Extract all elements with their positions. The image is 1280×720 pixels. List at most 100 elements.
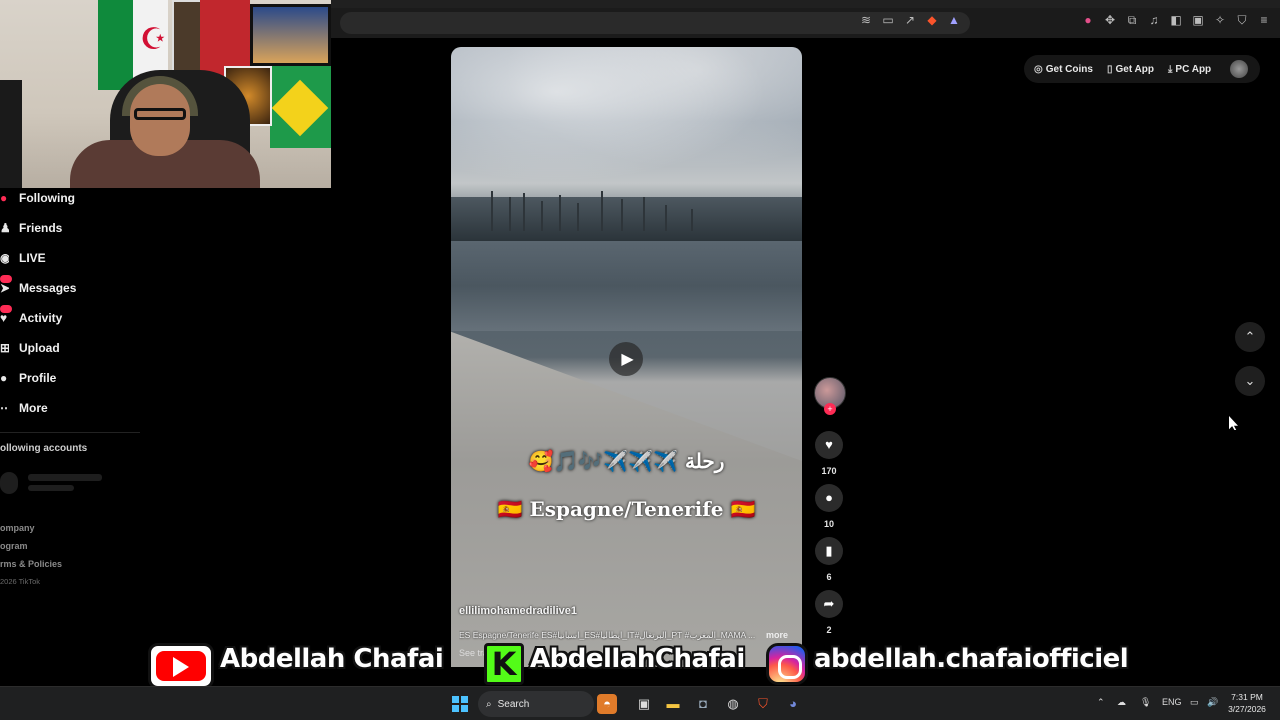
brave-rewards-icon[interactable]: ▲ [946, 12, 962, 28]
share-count: 2 [826, 625, 832, 635]
pc-case [0, 80, 22, 188]
sidebar-item-label: Activity [19, 311, 63, 325]
save-count: 6 [826, 572, 832, 582]
following-accounts-title: ollowing accounts [0, 443, 88, 454]
boat-mast [621, 199, 623, 231]
top-actions-bar: ◎ Get Coins ▯ Get App ⤓ PC App [1024, 55, 1260, 83]
discord-icon[interactable]: ◕ [783, 694, 803, 714]
user-avatar[interactable] [1230, 60, 1248, 78]
play-button[interactable]: ▶ [609, 342, 643, 376]
comment-button[interactable]: ● [815, 484, 843, 512]
sidebar-item-messages[interactable]: ➤ Messages [0, 275, 77, 298]
boat-mast [691, 209, 693, 231]
network-icon[interactable]: ▭ [1190, 697, 1199, 708]
task-view-icon[interactable]: ▣ [634, 694, 654, 714]
notification-badge [0, 305, 12, 313]
wall-poster [172, 0, 202, 72]
microphone-icon[interactable]: 🎙 [1140, 697, 1151, 708]
sidebar-divider [0, 432, 140, 433]
instagram-handle: abdellah.chafaiofficiel [814, 644, 1129, 674]
skeleton-avatar [0, 472, 18, 494]
mouse-cursor-icon [1229, 416, 1238, 430]
like-button[interactable]: ♥ [815, 431, 843, 459]
screenshot-icon[interactable]: ⧉ [1124, 12, 1140, 28]
sidebar-item-activity[interactable]: ♥ Activity [0, 305, 63, 328]
glasses [134, 108, 186, 120]
file-explorer-icon[interactable]: ▬ [663, 694, 683, 714]
footer-link-terms[interactable]: rms & Policies [0, 559, 62, 569]
puzzle-icon[interactable]: ✥ [1102, 12, 1118, 28]
sidebar-item-live[interactable]: ◉ LIVE [0, 248, 46, 268]
camera-app-icon[interactable]: ◘ [693, 694, 713, 714]
footer-link-program[interactable]: ogram [0, 541, 28, 551]
clock-time: 7:31 PM [1231, 692, 1263, 702]
messages-icon: ➤ [0, 281, 9, 295]
menu-icon[interactable]: ≡ [1256, 12, 1272, 28]
get-app-button[interactable]: ▯ Get App [1107, 64, 1154, 75]
youtube-handle: Abdellah Chafai [220, 644, 444, 674]
kick-logo-icon: K [484, 643, 524, 685]
taskbar-search[interactable]: ⌕ Search [478, 691, 594, 717]
translate-icon[interactable]: ≋ [858, 12, 874, 28]
sidebar-item-label: Messages [19, 281, 77, 295]
vpn-icon[interactable]: ⛉ [1234, 12, 1250, 28]
tray-overflow-icon[interactable]: ⌃ [1097, 697, 1105, 708]
brave-browser-icon[interactable]: ⛉ [753, 694, 773, 714]
upload-icon: ⊞ [0, 341, 9, 355]
obs-icon[interactable]: ◍ [723, 694, 743, 714]
save-button[interactable]: ▮ [815, 537, 843, 565]
sidebar-item-profile[interactable]: ● Profile [0, 368, 56, 388]
sidebar-item-label: Following [19, 191, 75, 205]
footer-link-company[interactable]: ompany [0, 523, 35, 533]
share-button[interactable]: ➦ [815, 590, 843, 618]
boat-mast [643, 197, 645, 231]
sidebar-item-label: LIVE [19, 251, 46, 265]
previous-video-button[interactable]: ⌃ [1235, 322, 1265, 352]
boat-mast [523, 193, 525, 231]
sidebar-item-label: More [19, 401, 48, 415]
pc-app-button[interactable]: ⤓ PC App [1168, 64, 1211, 75]
cast-icon[interactable]: ▭ [880, 12, 896, 28]
cloud-icon[interactable]: ☁ [1117, 697, 1126, 708]
live-icon: ◉ [0, 251, 9, 265]
comment-count: 10 [823, 519, 834, 529]
music-icon[interactable]: ♫ [1146, 12, 1162, 28]
boat-mast [577, 203, 579, 231]
search-label: Search [497, 698, 530, 710]
language-indicator[interactable]: ENG [1162, 697, 1182, 707]
boat-mast [509, 197, 511, 231]
taskbar-clock[interactable]: 7:31 PM 3/27/2026 [1222, 691, 1272, 715]
follow-plus-icon[interactable]: + [824, 403, 836, 415]
extension-badge-icon[interactable]: ● [1080, 12, 1096, 28]
sidebar-item-friends[interactable]: ♟ Friends [0, 218, 62, 238]
wallet-icon[interactable]: ▣ [1190, 12, 1206, 28]
windows-start-icon[interactable] [452, 696, 468, 712]
more-link[interactable]: more [766, 630, 788, 640]
sidebar-item-following[interactable]: ● Following [0, 188, 75, 208]
instagram-logo-icon [766, 643, 808, 685]
download-icon: ⤓ [1168, 63, 1173, 75]
boat-mast [665, 205, 667, 231]
next-video-button[interactable]: ⌄ [1235, 366, 1265, 396]
boat-mast [491, 191, 493, 231]
video-harbor [451, 191, 802, 241]
share-icon[interactable]: ↗ [902, 12, 918, 28]
video-player[interactable]: ▶ 🥰🎵🎶✈️✈️✈️ رحلة 🇪🇸 Espagne/Tenerife 🇪🇸 … [451, 47, 802, 667]
profile-icon: ● [0, 371, 8, 385]
leo-ai-icon[interactable]: ✧ [1212, 12, 1228, 28]
brave-shield-icon[interactable]: ◆ [924, 12, 940, 28]
sidebar-item-more[interactable]: ⋯ More [0, 398, 48, 418]
get-coins-button[interactable]: ◎ Get Coins [1034, 64, 1093, 75]
skeleton-line [28, 485, 74, 491]
sidebar-icon[interactable]: ◧ [1168, 12, 1184, 28]
sidebar-item-label: Profile [19, 371, 57, 385]
volume-icon[interactable]: 🔊 [1207, 697, 1218, 708]
taskbar-app-widget-icon[interactable]: ◓ [597, 694, 617, 714]
coin-icon: ◎ [1034, 63, 1043, 75]
sidebar-item-upload[interactable]: ⊞ Upload [0, 338, 60, 358]
boat-mast [601, 191, 603, 231]
boat-mast [541, 201, 543, 231]
wall-monitor [250, 4, 331, 66]
share-arrow-icon: ➦ [823, 596, 835, 611]
video-author[interactable]: ellilimohamedradilive1 [459, 605, 577, 617]
